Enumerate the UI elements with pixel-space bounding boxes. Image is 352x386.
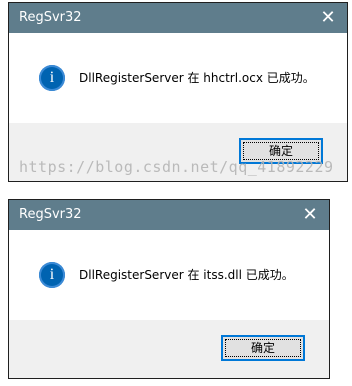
titlebar: RegSvr32 ✕ <box>9 200 329 230</box>
message-text: DllRegisterServer 在 itss.dll 已成功。 <box>79 268 294 282</box>
message-area: i DllRegisterServer 在 hhctrl.ocx 已成功。 <box>9 33 347 123</box>
info-icon: i <box>39 65 65 91</box>
close-icon[interactable]: ✕ <box>299 204 321 226</box>
close-icon[interactable]: ✕ <box>317 7 339 29</box>
ok-button[interactable]: 确定 <box>221 335 305 361</box>
message-area: i DllRegisterServer 在 itss.dll 已成功。 <box>9 230 329 320</box>
ok-button[interactable]: 确定 <box>239 138 323 164</box>
message-text: DllRegisterServer 在 hhctrl.ocx 已成功。 <box>79 71 315 85</box>
regsvr32-dialog-1: RegSvr32 ✕ i DllRegisterServer 在 hhctrl.… <box>8 2 348 182</box>
titlebar: RegSvr32 ✕ <box>9 3 347 33</box>
window-title: RegSvr32 <box>19 10 82 25</box>
window-title: RegSvr32 <box>19 207 82 222</box>
info-icon: i <box>39 262 65 288</box>
regsvr32-dialog-2: RegSvr32 ✕ i DllRegisterServer 在 itss.dl… <box>8 199 330 379</box>
